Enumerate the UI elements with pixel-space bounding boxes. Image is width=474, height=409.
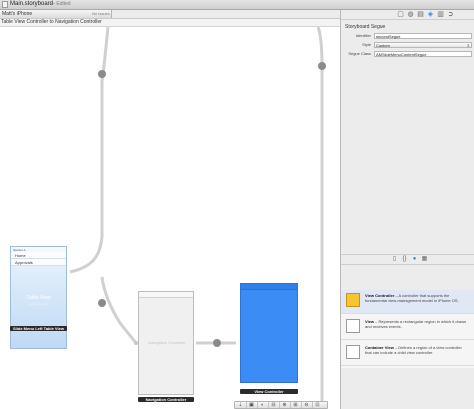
segue-line-top-right[interactable] (316, 27, 324, 409)
library-item-desc: – Represents a rectangular region in whi… (365, 319, 467, 329)
table-cell-home[interactable]: Home (11, 252, 66, 259)
segue-node[interactable] (318, 62, 326, 70)
segue-class-field[interactable]: AMSlideMenuContentSegue (374, 51, 472, 57)
navigation-controller-scene[interactable]: Navigation Controller (138, 291, 194, 395)
view-controller-scene[interactable] (240, 283, 298, 383)
identifier-label: Identifier (355, 33, 371, 38)
library-item-container-view[interactable]: Container View – Defines a region of a v… (341, 342, 474, 366)
device-tab[interactable]: Matt's iPhone No Issues (0, 10, 112, 18)
segue-line-table-to-nav[interactable] (100, 276, 138, 344)
document-title: Main.storyboard (10, 1, 54, 7)
segue-line-top-left[interactable] (69, 27, 110, 274)
library-item-view[interactable]: View – Represents a rectangular region i… (341, 316, 474, 340)
attributes-inspector-icon[interactable]: ◈ (427, 11, 434, 18)
container-view-icon (346, 345, 360, 359)
segue-node[interactable] (213, 339, 221, 347)
table-view-placeholder: Table View Static Content (11, 295, 66, 307)
object-library-list: View Controller – A controller that supp… (341, 290, 474, 368)
storyboard-canvas[interactable]: Section-1 Home Approvals Table View Stat… (0, 27, 340, 409)
connections-inspector-icon[interactable]: ➲ (447, 11, 454, 18)
style-label: Style (362, 42, 371, 47)
status-bar (241, 284, 297, 290)
breadcrumb[interactable]: Table View Controller to Navigation Cont… (0, 19, 340, 27)
inspector-section-header: Storyboard Segue (341, 24, 474, 31)
utilities-panel: ▢ ◍ ▤ ◈ ▥ ➲ Storyboard Segue Identifier … (340, 10, 474, 409)
table-cell-approvals[interactable]: Approvals (11, 259, 66, 266)
scene-label-navigation[interactable]: Navigation Controller (138, 397, 194, 402)
help-inspector-icon[interactable]: ◍ (407, 11, 414, 18)
storyboard-file-icon (2, 1, 8, 8)
issues-status: No Issues (92, 11, 110, 16)
table-view-subtitle: Static Content (29, 302, 48, 306)
object-library-icon[interactable]: ● (411, 256, 418, 263)
title-bar: Main.storyboard — Edited (0, 0, 474, 10)
segue-node-selected[interactable] (98, 299, 106, 307)
canvas-toolbar: ⇣ ▣ ◐ ⊟ ⊕ ⊞ ⊖ ⊡ (234, 401, 328, 409)
library-item-view-controller[interactable]: View Controller – A controller that supp… (341, 290, 474, 314)
navigation-caption: Navigation Controller (148, 340, 186, 345)
scene-label-view-controller[interactable]: View Controller (240, 389, 298, 394)
file-inspector-icon[interactable]: ▢ (397, 11, 404, 18)
device-name[interactable]: Matt's iPhone (2, 11, 32, 17)
code-snippet-icon[interactable]: {} (401, 256, 408, 263)
size-inspector-icon[interactable]: ▥ (437, 11, 444, 18)
table-view-scene[interactable]: Section-1 Home Approvals Table View Stat… (10, 246, 67, 349)
identity-inspector-icon[interactable]: ▤ (417, 11, 424, 18)
scene-label-table[interactable]: Slide Menu Left Table View (10, 326, 67, 331)
section-title: Storyboard Segue (345, 24, 386, 30)
view-icon (346, 319, 360, 333)
file-template-icon[interactable]: ▯ (391, 256, 398, 263)
zoom-button-8[interactable]: ⊡ (312, 402, 323, 408)
identifier-field[interactable]: secondSegue (374, 33, 472, 39)
style-select[interactable]: Custom (374, 42, 472, 48)
inspector-tab-bar: ▢ ◍ ▤ ◈ ▥ ➲ (341, 10, 474, 20)
segue-node[interactable] (98, 70, 106, 78)
breadcrumb-label[interactable]: Table View Controller to Navigation Cont… (1, 19, 102, 26)
document-status: — Edited (50, 1, 71, 7)
library-tab-bar: ▯ {} ● ▦ (341, 254, 474, 265)
media-library-icon[interactable]: ▦ (421, 256, 428, 263)
segue-class-label: Segue Class (348, 51, 371, 56)
navigation-bar (139, 292, 193, 298)
view-controller-icon (346, 293, 360, 307)
